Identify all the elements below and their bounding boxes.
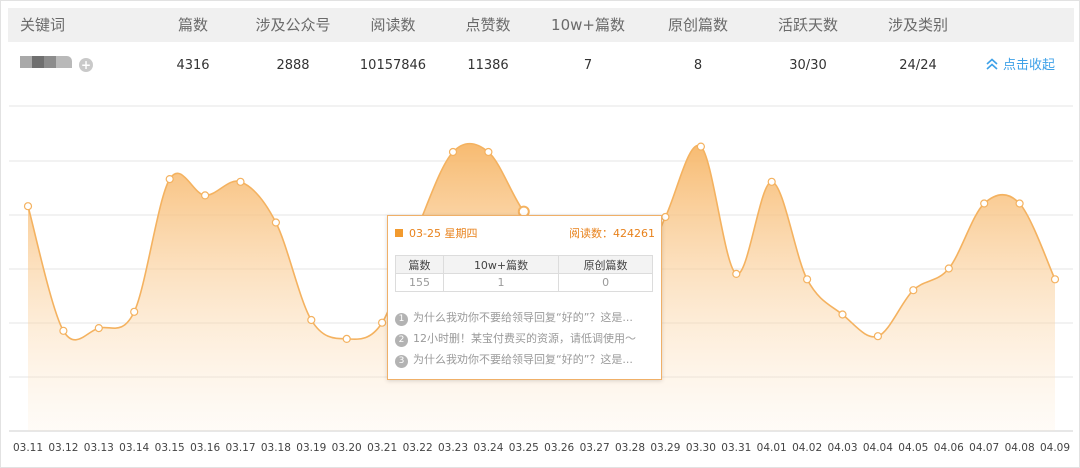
tooltip-date: 03-25 星期四 (409, 227, 478, 240)
data-point[interactable] (802, 275, 812, 284)
x-tick-label: 03.30 (686, 442, 716, 454)
x-tick-label: 03.19 (296, 442, 326, 454)
data-point[interactable] (1015, 199, 1024, 208)
x-tick-label: 03.24 (473, 442, 503, 454)
x-tick-label: 03.27 (580, 442, 610, 454)
x-tick-label: 04.01 (757, 442, 787, 454)
x-tick-label: 04.06 (934, 442, 964, 454)
data-point[interactable] (767, 177, 776, 186)
data-point[interactable] (696, 142, 706, 151)
tooltip-th-articles: 篇数 (395, 255, 444, 274)
x-tick-label: 04.03 (827, 442, 857, 454)
x-tick-label: 03.29 (650, 442, 680, 454)
x-tick-label: 03.11 (13, 442, 43, 454)
data-point[interactable] (378, 318, 387, 327)
x-tick-label: 03.21 (367, 442, 397, 454)
data-point[interactable] (23, 202, 33, 211)
tooltip-reads: 阅读数：424261 (569, 227, 655, 240)
tooltip-article-item[interactable]: 1 为什么我劝你不要给领导回复“好的”？这是... (395, 307, 657, 328)
x-tick-label: 03.26 (544, 442, 574, 454)
data-point[interactable] (909, 286, 918, 295)
stats-panel: 关键词 篇数 涉及公众号 阅读数 点赞数 10w+篇数 原创篇数 活跃天数 涉及… (0, 0, 1080, 468)
x-tick-label: 03.15 (155, 442, 185, 454)
data-point[interactable] (165, 175, 174, 184)
x-tick-label: 03.16 (190, 442, 220, 454)
tooltip-th-original: 原创篇数 (558, 255, 653, 274)
rank-badge: 3 (395, 355, 408, 368)
x-tick-label: 03.31 (721, 442, 751, 454)
article-title: 为什么我劝你不要给领导回复“好的”？这是... (413, 353, 633, 366)
x-tick-label: 03.12 (48, 442, 78, 454)
data-point[interactable] (201, 191, 210, 200)
data-point[interactable] (484, 147, 493, 157)
article-title: 为什么我劝你不要给领导回复“好的”？这是... (413, 311, 633, 324)
x-tick-label: 03.28 (615, 442, 645, 454)
tooltip-table: 篇数 10w+篇数 原创篇数 155 1 0 (395, 255, 653, 292)
x-tick-label: 04.04 (863, 442, 893, 454)
tooltip-article-item[interactable]: 3 为什么我劝你不要给领导回复“好的”？这是... (395, 349, 657, 370)
rank-badge: 2 (395, 334, 408, 347)
chart-tooltip: 03-25 星期四 阅读数：424261 篇数 10w+篇数 原创篇数 155 … (387, 215, 662, 380)
tooltip-series-marker (395, 229, 403, 237)
data-point[interactable] (94, 324, 103, 333)
x-tick-label: 03.14 (119, 442, 149, 454)
x-tick-label: 04.08 (1005, 442, 1035, 454)
tooltip-header: 03-25 星期四 阅读数：424261 (395, 225, 655, 243)
x-tick-label: 03.23 (438, 442, 468, 454)
tooltip-td-articles: 155 (395, 273, 444, 292)
data-point[interactable] (130, 307, 139, 316)
data-point[interactable] (448, 147, 458, 157)
tooltip-th-10w: 10w+篇数 (442, 255, 560, 274)
x-tick-label: 04.02 (792, 442, 822, 454)
x-tick-label: 03.17 (225, 442, 255, 454)
x-tick-label: 03.20 (332, 442, 362, 454)
x-tick-label: 04.05 (898, 442, 928, 454)
data-point[interactable] (59, 326, 68, 335)
x-tick-label: 04.07 (969, 442, 999, 454)
data-point[interactable] (732, 269, 741, 278)
x-tick-label: 03.13 (84, 442, 114, 454)
data-point[interactable] (1050, 275, 1060, 284)
data-point[interactable] (342, 334, 351, 343)
tooltip-td-10w: 1 (442, 273, 560, 292)
data-point[interactable] (271, 218, 280, 227)
data-point[interactable] (661, 212, 670, 222)
tooltip-td-original: 0 (558, 273, 653, 292)
data-point[interactable] (838, 310, 847, 319)
x-tick-label: 03.18 (261, 442, 291, 454)
tooltip-article-item[interactable]: 2 12小时删！某宝付费买的资源，请低调使用～ (395, 328, 657, 349)
tooltip-article-list: 1 为什么我劝你不要给领导回复“好的”？这是... 2 12小时删！某宝付费买的资源… (395, 307, 657, 370)
data-point[interactable] (873, 332, 883, 341)
x-tick-label: 03.22 (403, 442, 433, 454)
data-point[interactable] (944, 264, 953, 273)
article-title: 12小时删！某宝付费买的资源，请低调使用～ (413, 332, 636, 345)
x-tick-label: 04.09 (1040, 442, 1070, 454)
rank-badge: 1 (395, 313, 408, 326)
x-tick-label: 03.25 (509, 442, 539, 454)
data-point[interactable] (236, 177, 245, 186)
data-point[interactable] (980, 199, 989, 208)
data-point[interactable] (307, 315, 316, 325)
